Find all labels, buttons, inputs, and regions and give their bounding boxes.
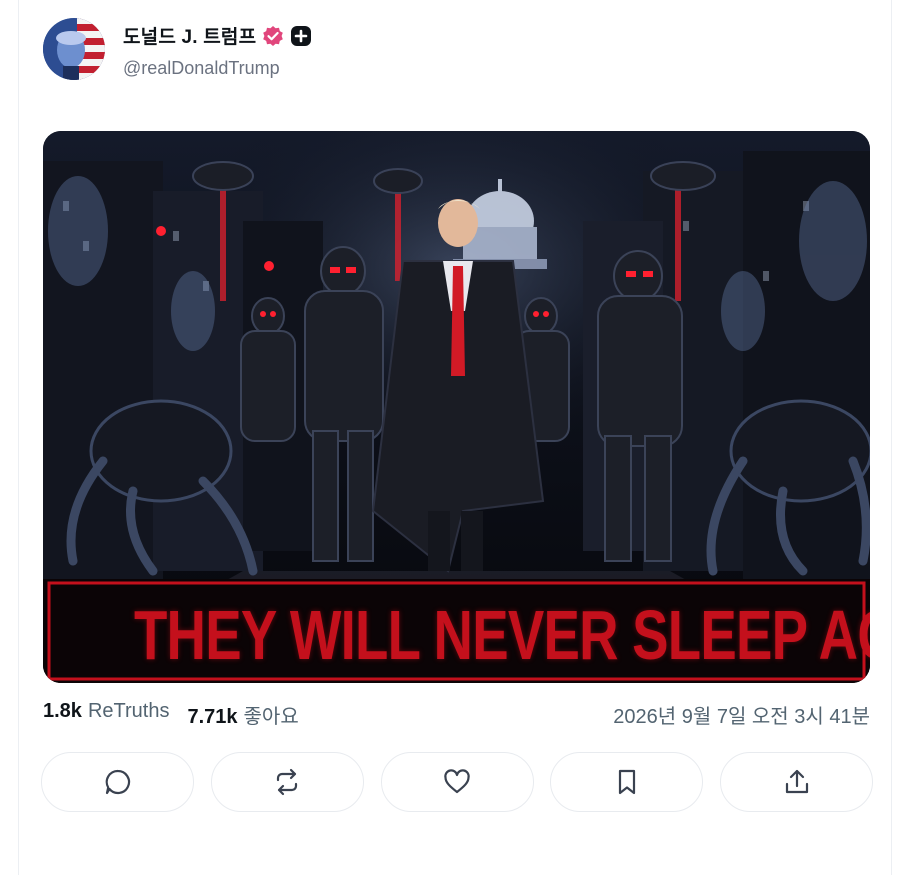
retruths-count: 1.8k	[43, 700, 82, 722]
bookmark-icon	[612, 767, 642, 797]
banner-text: THEY WILL NEVER SLEEP AGAIN.	[133, 596, 870, 674]
retruths-stat[interactable]: 1.8k ReTruths	[43, 700, 169, 729]
name-row: 도널드 J. 트럼프	[123, 22, 312, 49]
like-button[interactable]	[380, 752, 534, 812]
retruths-label: ReTruths	[87, 700, 170, 722]
post-header: 도널드 J. 트럼프 @realDonaldTrump	[43, 18, 643, 84]
repost-icon	[272, 767, 302, 797]
share-icon	[782, 767, 812, 797]
timestamp[interactable]: 2026년 9월 7일 오전 3시 41분	[613, 700, 870, 729]
bookmark-button[interactable]	[550, 752, 704, 812]
post-card: 도널드 J. 트럼프 @realDonaldTrump THEY WILL NE…	[18, 0, 892, 875]
share-button[interactable]	[720, 752, 873, 812]
verified-icon	[262, 25, 284, 47]
post-image[interactable]: THEY WILL NEVER SLEEP AGAIN.	[43, 131, 870, 683]
engagement-counts: 1.8k ReTruths 7.71k 좋아요	[43, 700, 299, 729]
avatar[interactable]	[43, 18, 105, 80]
comment-icon	[103, 767, 133, 797]
likes-count: 7.71k	[187, 706, 238, 728]
post-stats: 1.8k ReTruths 7.71k 좋아요 2026년 9월 7일 오전 3시 …	[43, 698, 870, 728]
heart-icon	[442, 767, 472, 797]
plus-badge-icon	[290, 25, 312, 47]
handle[interactable]: @realDonaldTrump	[123, 58, 280, 79]
likes-label: 좋아요	[243, 706, 299, 728]
avatar-image	[43, 18, 105, 80]
action-bar	[41, 752, 873, 814]
reply-button[interactable]	[41, 752, 194, 812]
retruth-button[interactable]	[210, 752, 364, 812]
display-name[interactable]: 도널드 J. 트럼프	[123, 22, 256, 49]
likes-stat[interactable]: 7.71k 좋아요	[187, 700, 298, 729]
